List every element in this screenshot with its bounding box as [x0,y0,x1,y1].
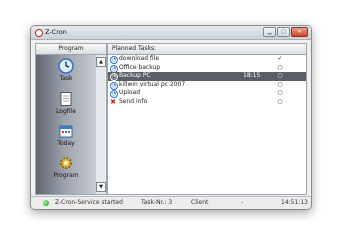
task-status-icon[interactable]: ✓ [276,55,284,64]
clock-icon [58,58,74,74]
task-name: Office backup [119,63,161,71]
sidebar-item-label: Task [59,75,73,82]
task-status-icon[interactable]: ○ [276,81,284,90]
task-name: download file [119,55,160,62]
task-name: killwin virtual pc 2007 [119,80,186,88]
client-area: Program Task Logfile Today Program ▲ ▼ P… [35,43,307,195]
sidebar-nav: Task Logfile Today Program [36,55,96,194]
task-row[interactable]: ✖ Send info ○ [108,98,306,107]
task-status-icon[interactable]: ○ [276,89,284,98]
task-row[interactable]: ◔ Office backup ○ [108,64,306,73]
task-row-selected[interactable]: ◔ Backup PC 18:15 ○ [108,72,306,81]
status-separator: - [241,199,244,206]
title-bar[interactable]: Z-Cron ▁ □ ✕ [31,26,311,40]
sidebar-item-logfile[interactable]: Logfile [36,91,96,115]
scroll-down-button[interactable]: ▼ [96,182,106,192]
sidebar-header: Program [36,44,106,55]
task-name: Send info [119,97,148,105]
error-icon: ✖ [110,97,116,106]
sidebar-item-program[interactable]: Program [36,155,96,179]
main-window: Z-Cron ▁ □ ✕ Program Task Logfile Today … [30,25,312,210]
task-number: Task-Nr.: 3 [141,199,173,206]
sidebar-item-task[interactable]: Task [36,58,96,82]
tasks-header: Planned Tasks: [108,44,306,55]
task-row[interactable]: ◔ killwin virtual pc 2007 ○ [108,81,306,90]
sidebar-item-label: Today [57,140,75,147]
task-status-icon[interactable]: ○ [276,72,284,81]
sidebar-item-label: Program [53,172,79,179]
calendar-icon [58,123,74,139]
maximize-button[interactable]: □ [277,27,290,37]
document-icon [58,91,74,107]
service-status-text: Z-Cron-Service started [55,199,123,206]
minimize-button[interactable]: ▁ [263,27,276,37]
sidebar-scrollbar[interactable]: ▲ ▼ [96,55,106,194]
task-name: Backup PC [119,72,151,79]
sidebar-item-label: Logfile [56,108,76,115]
planned-tasks-panel: Planned Tasks: ◔ download file ✓ ◔ Offic… [107,43,307,195]
sidebar: Program Task Logfile Today Program ▲ ▼ [35,43,107,195]
window-controls: ▁ □ ✕ [262,27,308,37]
sidebar-item-today[interactable]: Today [36,123,96,147]
task-row[interactable]: ◔ download file ✓ [108,55,306,64]
task-name: Upload [119,89,141,96]
scroll-up-button[interactable]: ▲ [96,57,106,67]
service-status-icon [43,200,49,206]
window-title: Z-Cron [45,28,67,36]
app-icon [35,29,43,37]
status-time: 14:51:13 [281,199,308,206]
gear-icon [58,155,74,171]
task-status-icon[interactable]: ○ [276,64,284,73]
client-label: Client [191,199,209,206]
task-row[interactable]: ◔ Upload ○ [108,89,306,98]
task-status-icon[interactable]: ○ [276,98,284,107]
task-time: 18:15 [243,72,261,79]
status-bar: Z-Cron-Service started Task-Nr.: 3 Clien… [31,196,311,209]
close-button[interactable]: ✕ [291,27,308,37]
